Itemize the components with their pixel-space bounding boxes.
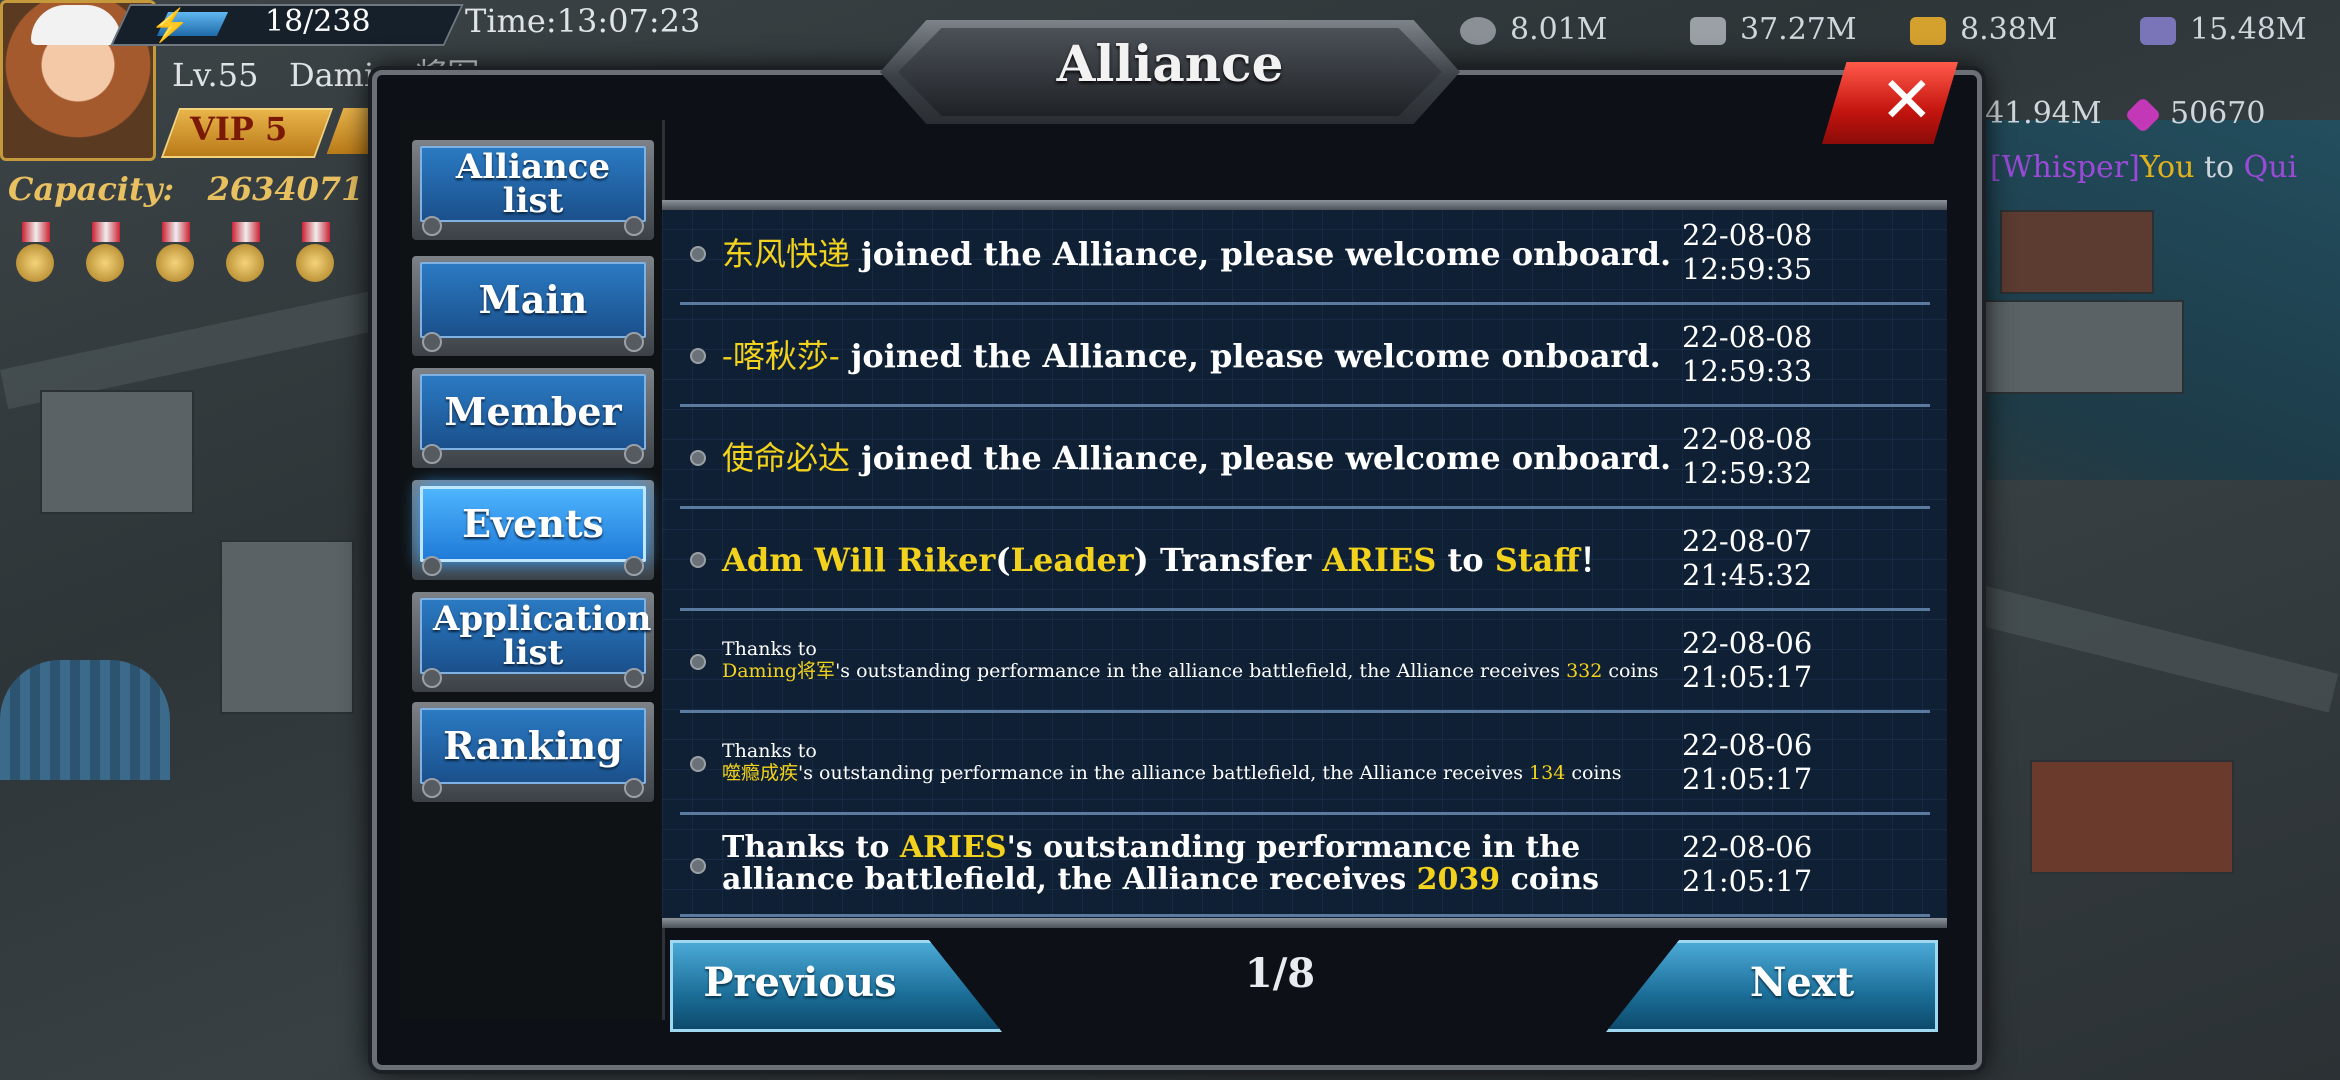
event-time: 22-08-06 21:05:17 xyxy=(1682,626,1813,694)
event-time: 22-08-08 12:59:35 xyxy=(1682,218,1813,286)
building xyxy=(220,540,354,714)
tab-events[interactable]: Events xyxy=(412,480,654,580)
next-label: Next xyxy=(1749,959,1855,1006)
event-message: Thanks to ARIES's outstanding performanc… xyxy=(722,830,1599,897)
crystal-icon xyxy=(2140,17,2176,45)
tab-ranking[interactable]: Ranking xyxy=(412,702,654,802)
bullet-icon xyxy=(690,450,706,466)
resource-crystal[interactable]: 15.48M xyxy=(2140,12,2307,47)
event-time: 22-08-06 21:05:17 xyxy=(1682,830,1813,898)
server-time: Time:13:07:23 xyxy=(465,2,701,40)
container xyxy=(2000,210,2154,294)
event-message: 使命必达 joined the Alliance, please welcome… xyxy=(722,439,1672,477)
event-message: Thanks to Daming将军's outstanding perform… xyxy=(722,638,1659,682)
capacity-label: Capacity: xyxy=(8,170,175,208)
level-label: Lv.55 xyxy=(172,56,259,94)
event-time: 22-08-08 12:59:33 xyxy=(1682,320,1813,388)
tab-member[interactable]: Member xyxy=(412,368,654,468)
page-indicator: 1/8 xyxy=(1244,950,1316,997)
gold-ore-icon xyxy=(1910,17,1946,45)
event-row: -喀秋莎- joined the Alliance, please welcom… xyxy=(680,304,1930,407)
bullet-icon xyxy=(690,858,706,874)
event-row: Thanks to Daming将军's outstanding perform… xyxy=(680,610,1930,713)
building xyxy=(1980,300,2184,394)
diamond-icon xyxy=(2124,96,2162,134)
resource-gear[interactable]: 8.01M xyxy=(1460,12,1608,47)
event-row: 使命必达 joined the Alliance, please welcome… xyxy=(680,406,1930,509)
previous-label: Previous xyxy=(703,959,897,1006)
event-message: 东风快递 joined the Alliance, please welcome… xyxy=(722,235,1672,273)
event-row: 东风快递 joined the Alliance, please welcome… xyxy=(680,202,1930,305)
event-row: Thanks to 噬瘾成疾's outstanding performance… xyxy=(680,712,1930,815)
medal-icon[interactable] xyxy=(86,222,126,282)
list-bottom-frame xyxy=(662,918,1947,928)
capacity: Capacity: 2634071 xyxy=(8,170,363,208)
building xyxy=(40,390,194,514)
energy-value: 18/238 xyxy=(265,4,371,39)
event-time: 22-08-07 21:45:32 xyxy=(1682,524,1813,592)
shell-icon xyxy=(1690,17,1726,45)
event-message: -喀秋莎- joined the Alliance, please welcom… xyxy=(722,337,1661,375)
hangar xyxy=(0,660,170,780)
resource-oil[interactable]: 41.94M xyxy=(1985,96,2102,131)
resource-shell[interactable]: 37.27M xyxy=(1690,12,1857,47)
bullet-icon xyxy=(690,552,706,568)
resource-gold[interactable]: 8.38M xyxy=(1910,12,2058,47)
vip-label: VIP 5 xyxy=(190,110,288,148)
window-title: Alliance xyxy=(1056,34,1284,93)
medal-icon[interactable] xyxy=(226,222,266,282)
bullet-icon xyxy=(690,756,706,772)
bullet-icon xyxy=(690,654,706,670)
gear-icon xyxy=(1460,17,1496,45)
tab-main[interactable]: Main xyxy=(412,256,654,356)
event-time: 22-08-08 12:59:32 xyxy=(1682,422,1813,490)
bullet-icon xyxy=(690,246,706,262)
chat-whisper[interactable]: [Whisper]You to Qui xyxy=(1990,150,2297,185)
tab-alliance-list[interactable]: Alliance list xyxy=(412,140,654,240)
resource-diamond[interactable]: 50670 xyxy=(2124,96,2265,134)
lightning-icon: ⚡ xyxy=(150,6,190,44)
event-row: Adm Will Riker(Leader) Transfer ARIES to… xyxy=(680,508,1930,611)
event-time: 22-08-06 21:05:17 xyxy=(1682,728,1813,796)
medal-icon[interactable] xyxy=(16,222,56,282)
star-medal-icon[interactable] xyxy=(296,222,336,282)
bullet-icon xyxy=(690,348,706,364)
market-building xyxy=(2030,760,2234,874)
tab-application-list[interactable]: Application list xyxy=(412,592,654,692)
medal-icon[interactable] xyxy=(156,222,196,282)
close-icon[interactable]: ✕ xyxy=(1880,66,1934,136)
capacity-value: 2634071 xyxy=(207,170,364,208)
event-message: Thanks to 噬瘾成疾's outstanding performance… xyxy=(722,740,1622,784)
event-row: Thanks to ARIES's outstanding performanc… xyxy=(680,814,1930,917)
event-message: Adm Will Riker(Leader) Transfer ARIES to… xyxy=(722,541,1612,579)
